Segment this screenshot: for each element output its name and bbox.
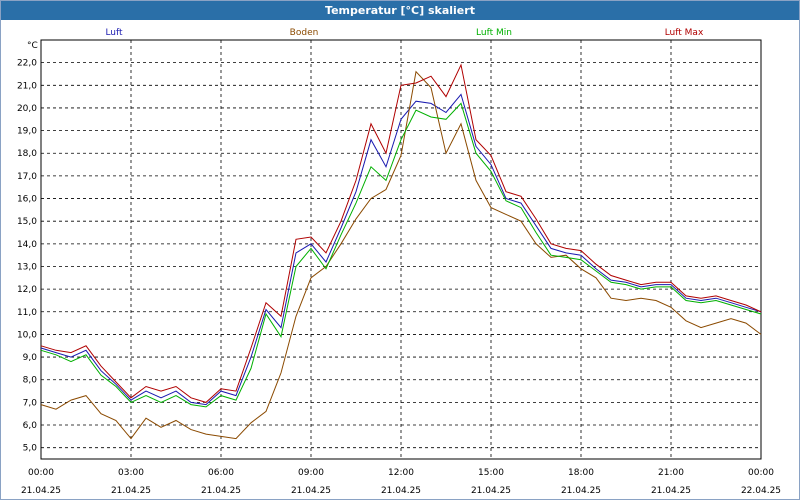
temperature-chart: 5,0 6,0 7,0 8,0 9,0 10,0 11,0 12,0 13,0 14,0 15,0 1… — [17, 28, 781, 496]
y-tick-label: 22,0 — [17, 59, 37, 69]
y-tick-label: 13,0 — [17, 262, 37, 272]
x-tick-date: 21.04.25 — [201, 486, 241, 496]
y-axis-label: °C — [27, 41, 38, 51]
y-tick-label: 5,0 — [23, 444, 38, 454]
legend-entry: Boden — [290, 28, 319, 38]
y-tick-label: 18,0 — [17, 149, 37, 159]
y-tick-label: 7,0 — [23, 398, 38, 408]
x-tick-date: 21.04.25 — [471, 486, 511, 496]
x-tick-time: 03:00 — [118, 468, 144, 478]
y-tick-label: 17,0 — [17, 172, 37, 182]
y-tick-label: 11,0 — [17, 308, 37, 318]
legend-entry: Luft — [105, 28, 123, 38]
x-tick-date: 21.04.25 — [291, 486, 331, 496]
y-tick-label: 16,0 — [17, 195, 37, 205]
x-tick-time: 00:00 — [748, 468, 774, 478]
x-tick-time: 21:00 — [658, 468, 684, 478]
y-tick-label: 10,0 — [17, 330, 37, 340]
y-tick-label: 21,0 — [17, 81, 37, 91]
y-tick-label: 20,0 — [17, 104, 37, 114]
x-tick-date: 21.04.25 — [561, 486, 601, 496]
x-tick-time: 09:00 — [298, 468, 324, 478]
y-tick-label: 15,0 — [17, 217, 37, 227]
x-tick-time: 15:00 — [478, 468, 504, 478]
chart-window: Temperatur [°C] skaliert 5,0 6,0 7,0 8,0 9,0… — [0, 0, 800, 500]
x-tick-date: 21.04.25 — [111, 486, 151, 496]
y-tick-label: 6,0 — [23, 421, 38, 431]
y-tick-label: 19,0 — [17, 127, 37, 137]
x-tick-date: 21.04.25 — [651, 486, 691, 496]
x-tick-time: 18:00 — [568, 468, 594, 478]
x-tick-time: 00:00 — [28, 468, 54, 478]
x-tick-time: 12:00 — [388, 468, 414, 478]
x-tick-time: 06:00 — [208, 468, 234, 478]
y-tick-label: 9,0 — [23, 353, 38, 363]
legend-entry: Luft Min — [476, 28, 512, 38]
x-tick-date: 22.04.25 — [741, 486, 781, 496]
window-title: Temperatur [°C] skaliert — [1, 1, 799, 20]
y-tick-label: 8,0 — [23, 376, 38, 386]
y-tick-label: 12,0 — [17, 285, 37, 295]
x-tick-date: 21.04.25 — [21, 486, 61, 496]
x-tick-date: 21.04.25 — [381, 486, 421, 496]
y-tick-label: 14,0 — [17, 240, 37, 250]
legend-entry: Luft Max — [665, 28, 704, 38]
